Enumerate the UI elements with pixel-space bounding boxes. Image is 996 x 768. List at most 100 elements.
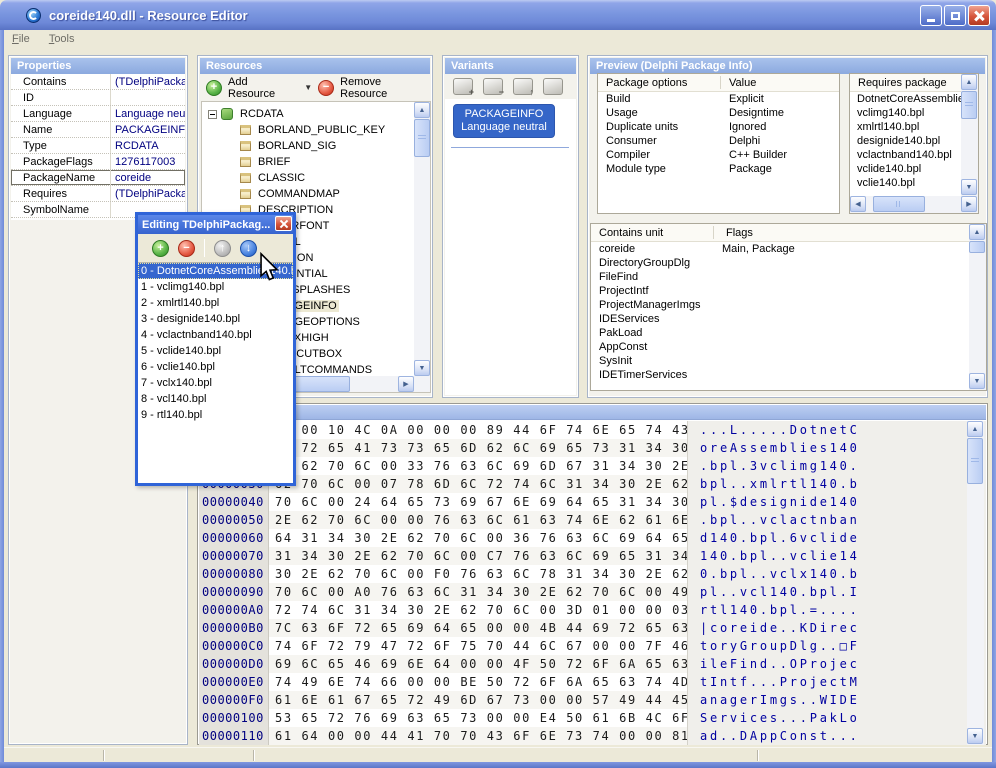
scroll-left-icon[interactable]: ◀ xyxy=(850,196,866,212)
add-resource-icon[interactable]: + xyxy=(206,80,222,96)
requires-row[interactable]: xmlrtl140.bpl xyxy=(850,120,961,134)
tree-item[interactable]: BORLAND_SIG xyxy=(202,138,414,154)
scroll-down-icon[interactable]: ▼ xyxy=(969,373,985,389)
contains-row[interactable]: coreide Main, Package xyxy=(591,242,969,256)
scroll-up-icon[interactable]: ▲ xyxy=(414,102,430,118)
property-row[interactable]: ID xyxy=(11,90,185,106)
hex-row[interactable]: 00000100 53 65 72 76 69 63 65 73 00 00 E… xyxy=(199,709,986,727)
requires-row[interactable]: vclimg140.bpl xyxy=(850,106,961,120)
dialog-list-item[interactable]: 3 - designide140.bpl xyxy=(138,311,293,327)
property-row[interactable]: PackageFlags 1276117003 xyxy=(11,154,185,170)
requires-row[interactable]: vclie140.bpl xyxy=(850,176,961,190)
option-row[interactable]: Module type Package xyxy=(598,162,839,176)
remove-item-icon[interactable]: − xyxy=(178,240,195,257)
contains-row[interactable]: IDETimerServices xyxy=(591,368,969,382)
maximize-button[interactable] xyxy=(944,5,966,26)
hex-row[interactable]: 000000D0 69 6C 65 46 69 6E 64 00 00 4F 5… xyxy=(199,655,986,673)
dialog-list-item[interactable]: 7 - vclx140.bpl xyxy=(138,375,293,391)
contains-row[interactable]: DirectoryGroupDlg xyxy=(591,256,969,270)
variant-package-icon[interactable]: − xyxy=(483,78,503,95)
add-resource-button[interactable]: Add Resource xyxy=(228,76,292,100)
property-row[interactable]: Name PACKAGEINFO xyxy=(11,122,185,138)
hex-row[interactable]: 00000000 00 00 10 4C 0A 00 00 00 89 44 6… xyxy=(199,421,986,439)
hex-row[interactable]: 00000070 31 34 30 2E 62 70 6C 00 C7 76 6… xyxy=(199,547,986,565)
contains-row[interactable]: ProjectManagerImgs xyxy=(591,298,969,312)
option-row[interactable]: Compiler C++ Builder xyxy=(598,148,839,162)
option-row[interactable]: Usage Designtime xyxy=(598,106,839,120)
requires-row[interactable]: vclide140.bpl xyxy=(850,162,961,176)
scroll-up-icon[interactable]: ▲ xyxy=(969,224,985,240)
hex-row[interactable]: 00000080 30 2E 62 70 6C 00 F0 76 63 6C 7… xyxy=(199,565,986,583)
requires-row[interactable]: designide140.bpl xyxy=(850,134,961,148)
option-row[interactable]: Consumer Delphi xyxy=(598,134,839,148)
requires-hscroll-thumb[interactable] xyxy=(873,196,925,212)
contains-row[interactable]: PakLoad xyxy=(591,326,969,340)
scroll-down-icon[interactable]: ▼ xyxy=(961,179,977,195)
contains-row[interactable]: SysInit xyxy=(591,354,969,368)
scroll-up-icon[interactable]: ▲ xyxy=(961,74,977,90)
variant-tile-packageinfo[interactable]: PACKAGEINFO Language neutral xyxy=(453,104,555,138)
contains-row[interactable]: AppConst xyxy=(591,340,969,354)
collapse-icon[interactable] xyxy=(208,110,217,119)
property-row[interactable]: PackageName coreide xyxy=(11,170,185,186)
hex-row[interactable]: 000000B0 7C 63 6F 72 65 69 64 65 00 00 4… xyxy=(199,619,986,637)
tree-item[interactable]: BORLAND_PUBLIC_KEY xyxy=(202,122,414,138)
hex-row[interactable]: 00000050 2E 62 70 6C 00 00 76 63 6C 61 6… xyxy=(199,511,986,529)
hex-row[interactable]: 00000040 70 6C 00 24 64 65 73 69 67 6E 6… xyxy=(199,493,986,511)
move-up-icon[interactable]: ↑ xyxy=(214,240,231,257)
hex-row[interactable]: 00000020 2E 62 70 6C 00 33 76 63 6C 69 6… xyxy=(199,457,986,475)
dialog-close-button[interactable] xyxy=(275,216,292,231)
remove-resource-icon[interactable]: − xyxy=(318,80,334,96)
hex-row[interactable]: 000000C0 74 6F 72 79 47 72 6F 75 70 44 6… xyxy=(199,637,986,655)
close-button[interactable] xyxy=(968,5,990,26)
dialog-list-item[interactable]: 4 - vclactnband140.bpl xyxy=(138,327,293,343)
hex-row[interactable]: 00000030 62 70 6C 00 07 78 6D 6C 72 74 6… xyxy=(199,475,986,493)
property-row[interactable]: Type RCDATA xyxy=(11,138,185,154)
property-row[interactable]: Language Language neut xyxy=(11,106,185,122)
dialog-list-item[interactable]: 8 - vcl140.bpl xyxy=(138,391,293,407)
requires-row[interactable]: vclactnband140.bpl xyxy=(850,148,961,162)
add-item-icon[interactable]: + xyxy=(152,240,169,257)
hex-row[interactable]: 000000E0 74 49 6E 74 66 00 00 BE 50 72 6… xyxy=(199,673,986,691)
scroll-right-icon[interactable]: ▶ xyxy=(398,376,414,392)
hex-row[interactable]: 00000110 61 64 00 00 44 41 70 70 43 6F 6… xyxy=(199,727,986,745)
contains-row[interactable]: ProjectIntf xyxy=(591,284,969,298)
move-down-icon[interactable]: ↓ xyxy=(240,240,257,257)
tree-root-rcdata[interactable]: RCDATA xyxy=(202,106,414,122)
scroll-right-icon[interactable]: ▶ xyxy=(961,196,977,212)
contains-row[interactable]: FileFind xyxy=(591,270,969,284)
menu-tools[interactable]: Tools xyxy=(41,30,83,48)
title-bar[interactable]: coreide140.dll - Resource Editor xyxy=(0,0,996,30)
dialog-list-item[interactable]: 9 - rtl140.bpl xyxy=(138,407,293,423)
variant-package-icon[interactable]: ↑ xyxy=(513,78,533,95)
tree-item[interactable]: COMMANDMAP xyxy=(202,186,414,202)
tree-item[interactable]: BRIEF xyxy=(202,154,414,170)
contains-vscroll-thumb[interactable] xyxy=(969,241,985,253)
hex-row[interactable]: 00000090 70 6C 00 A0 76 63 6C 31 34 30 2… xyxy=(199,583,986,601)
hex-row[interactable]: 000000A0 72 74 6C 31 34 30 2E 62 70 6C 0… xyxy=(199,601,986,619)
requires-vscrollbar[interactable]: ▲ ▼ xyxy=(961,74,978,196)
tree-vscroll-thumb[interactable] xyxy=(414,119,430,157)
contains-row[interactable]: IDEServices xyxy=(591,312,969,326)
requires-row[interactable]: DotnetCoreAssemblies1 xyxy=(850,92,961,106)
dialog-list-item[interactable]: 2 - xmlrtl140.bpl xyxy=(138,295,293,311)
property-row[interactable]: Contains (TDelphiPackag xyxy=(11,74,185,90)
scroll-down-icon[interactable]: ▼ xyxy=(967,728,983,744)
option-row[interactable]: Duplicate units Ignored xyxy=(598,120,839,134)
tree-item[interactable]: CLASSIC xyxy=(202,170,414,186)
requires-hscrollbar[interactable]: ◀ ▶ xyxy=(850,196,978,213)
add-resource-dropdown-icon[interactable]: ▼ xyxy=(304,83,312,92)
tree-vscrollbar[interactable]: ▲ ▼ xyxy=(414,102,430,376)
scroll-down-icon[interactable]: ▼ xyxy=(414,360,430,376)
variant-package-icon[interactable] xyxy=(543,78,563,95)
dialog-list-item[interactable]: 6 - vclie140.bpl xyxy=(138,359,293,375)
contains-vscrollbar[interactable]: ▲ ▼ xyxy=(969,224,986,390)
hex-row[interactable]: 000000F0 61 6E 61 67 65 72 49 6D 67 73 0… xyxy=(199,691,986,709)
scroll-up-icon[interactable]: ▲ xyxy=(967,421,983,437)
requires-vscroll-thumb[interactable] xyxy=(961,91,977,119)
hex-vscrollbar[interactable]: ▲ ▼ xyxy=(967,421,984,745)
hex-row[interactable]: 00000060 64 31 34 30 2E 62 70 6C 00 36 7… xyxy=(199,529,986,547)
dialog-list-item[interactable]: 5 - vclide140.bpl xyxy=(138,343,293,359)
remove-resource-button[interactable]: Remove Resource xyxy=(340,76,424,100)
dialog-title-bar[interactable]: Editing TDelphiPackag... xyxy=(138,215,293,234)
